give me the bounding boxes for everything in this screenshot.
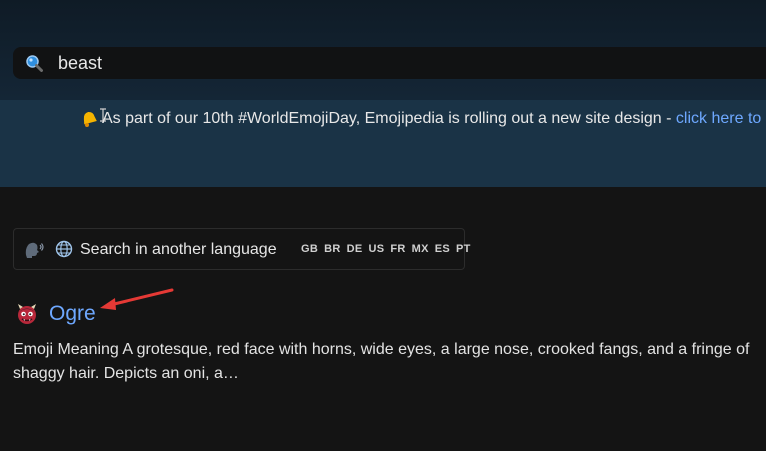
flag-mx[interactable]: MX [412, 243, 429, 255]
banner-link[interactable]: click here to [676, 110, 761, 127]
globe-icon [55, 240, 73, 258]
flag-es[interactable]: ES [435, 243, 450, 255]
result-title-link[interactable]: Ogre [49, 301, 96, 327]
language-search[interactable]: Search in another language GB BR DE US F… [13, 228, 470, 270]
annotation-arrow [100, 288, 174, 310]
ogre-emoji-icon [18, 304, 36, 324]
search-icon [26, 55, 43, 72]
bell-icon [83, 111, 97, 127]
flag-gb[interactable]: GB [301, 243, 318, 255]
result-description: Emoji Meaning A grotesque, red face with… [13, 341, 750, 382]
flag-fr[interactable]: FR [390, 243, 405, 255]
flag-pt[interactable]: PT [456, 243, 471, 255]
speaking-head-icon [25, 242, 44, 258]
banner-text: As part of our 10th #WorldEmojiDay, Emoj… [102, 109, 761, 129]
language-search-label: Search in another language [80, 241, 277, 258]
search-input[interactable]: beast [58, 52, 102, 74]
language-flags: GB BR DE US FR MX ES PT [301, 243, 471, 255]
flag-br[interactable]: BR [324, 243, 341, 255]
flag-de[interactable]: DE [347, 243, 363, 255]
announcement-banner: As part of our 10th #WorldEmojiDay, Emoj… [0, 100, 766, 187]
search-bar[interactable]: beast [13, 47, 766, 79]
banner-message: As part of our 10th #WorldEmojiDay, Emoj… [102, 110, 672, 127]
flag-us[interactable]: US [369, 243, 385, 255]
